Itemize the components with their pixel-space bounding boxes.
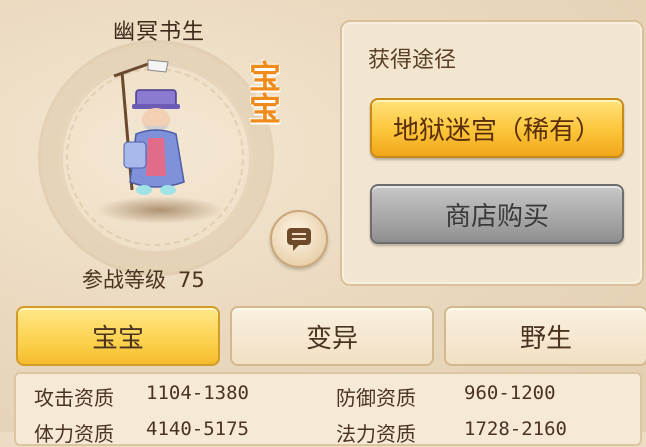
tab-baby[interactable]: 宝宝 [16, 306, 220, 366]
tab-wild[interactable]: 野生 [444, 306, 646, 366]
source-dungeon-button[interactable]: 地狱迷宫（稀有） [370, 98, 624, 158]
stat-label: 攻击资质 [34, 386, 114, 410]
stat-value: 1104-1380 [146, 382, 249, 404]
chat-bubble-icon [287, 228, 311, 251]
chat-button[interactable] [270, 210, 328, 268]
pet-type-badge: 宝宝 [244, 60, 282, 124]
battle-level-label: 参战等级 [82, 268, 166, 292]
source-title: 获得途径 [368, 48, 457, 73]
battle-level-value: 75 [178, 268, 205, 292]
pet-model[interactable] [104, 50, 214, 210]
tab-mutant[interactable]: 变异 [230, 306, 434, 366]
stat-value: 4140-5175 [146, 418, 249, 440]
stats-panel: 攻击资质 1104-1380 防御资质 960-1200 体力资质 4140-5… [14, 372, 642, 446]
source-panel: 获得途径 地狱迷宫（稀有） 商店购买 [340, 20, 644, 286]
stat-label: 体力资质 [34, 422, 114, 446]
source-shop-button[interactable]: 商店购买 [370, 184, 624, 244]
stat-label: 法力资质 [336, 422, 416, 446]
pet-name: 幽冥书生 [112, 20, 205, 45]
stat-label: 防御资质 [336, 386, 416, 410]
stat-value: 1728-2160 [464, 418, 567, 440]
battle-level: 参战等级 75 [82, 264, 205, 294]
stat-value: 960-1200 [464, 382, 556, 404]
